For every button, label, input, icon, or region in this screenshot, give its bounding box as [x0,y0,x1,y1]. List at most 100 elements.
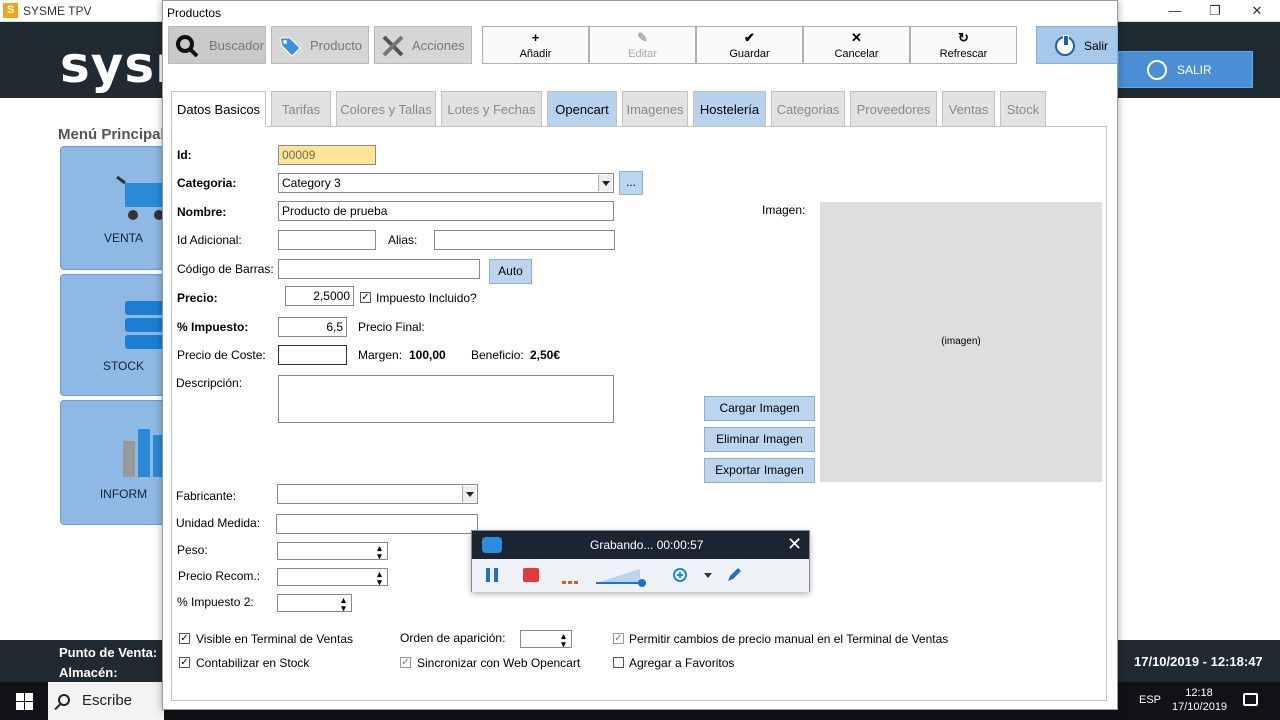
tile-ventas[interactable]: VENTA [60,146,170,270]
orden-aparicion-field[interactable]: ▴ ▾ [520,630,572,648]
tray-clock[interactable]: 12:18 17/10/2019 [1172,686,1228,714]
stop-icon[interactable] [523,568,539,582]
permitir-checkbox[interactable]: ✓ [613,633,624,644]
beneficio-value: 2,50€ [530,348,561,362]
tile-informes[interactable]: INFORM [60,400,170,525]
stepper-icon[interactable]: ▴ ▾ [373,570,386,586]
pause-icon[interactable] [486,568,498,582]
contabilizar-label: Contabilizar en Stock [196,656,310,670]
tray-time: 12:18 [1185,687,1213,699]
impuesto-field[interactable]: 6,5 [278,317,347,337]
recorder-header: Grabando... 00:00:57 ✕ [472,531,809,559]
tab-tarifas[interactable]: Tarifas [271,91,331,127]
taskbar-search-input[interactable]: Escribe aquí [48,682,164,720]
impuesto2-field[interactable]: ▴ ▾ [277,594,352,612]
id-adicional-field[interactable] [278,230,376,250]
stepper-icon[interactable]: ▴ ▾ [557,632,570,648]
background-right-edge [1270,98,1280,638]
id-adicional-label: Id Adicional: [177,233,242,247]
contabilizar-checkbox[interactable]: ✓ [179,657,190,668]
categoria-value: Category 3 [282,176,341,190]
categoria-label: Categoria: [177,176,237,190]
favoritos-checkbox[interactable] [613,657,624,668]
window-title: Productos [167,6,222,20]
impuesto-incluido-checkbox[interactable]: ✓ [360,292,371,303]
cancelar-button[interactable]: ✕ Cancelar [803,26,910,64]
stepper-icon[interactable]: ▴ ▾ [337,596,350,612]
chevron-down-icon[interactable] [704,573,712,579]
pencil-icon: ✎ [637,30,648,45]
tab-acciones-label: Acciones [412,38,465,53]
precio-coste-field[interactable] [278,345,347,365]
tab-producto[interactable]: Producto [271,26,369,64]
editar-label: Editar [628,48,657,60]
taskbar-search-placeholder: Escribe aquí [82,692,133,709]
anadir-button[interactable]: + Añadir [482,26,589,64]
guardar-button[interactable]: ✔ Guardar [696,26,803,64]
margen-label: Margen: [358,348,403,362]
beneficio-label: Beneficio: [471,348,524,362]
tab-buscador[interactable]: Buscador [168,26,266,64]
almacen-label: Almacén: [59,665,118,680]
tile-stock[interactable]: STOCK [60,274,170,396]
magnifier-icon [176,35,199,58]
webcam-add-icon[interactable] [672,567,690,585]
tile-ventas-label: VENTA [103,231,144,245]
id-field[interactable]: 00009 [278,145,376,165]
tab-datos-basicos[interactable]: Datos Basicos [171,91,266,127]
salir-button[interactable]: Salir [1036,26,1118,64]
fabricante-select[interactable] [277,484,478,504]
salir-label: Salir [1084,39,1109,53]
tab-ventas[interactable]: Ventas [942,91,995,127]
tab-hosteleria[interactable]: Hostelería [693,91,766,127]
tray-date: 17/10/2019 [1172,701,1228,713]
nombre-field[interactable]: Producto de prueba [278,201,614,221]
descripcion-textarea[interactable] [278,375,614,423]
cargar-imagen-button[interactable]: Cargar Imagen [704,396,815,421]
chevron-down-icon [462,486,476,502]
refrescar-button[interactable]: ↻ Refrescar [910,26,1017,64]
editar-button[interactable]: ✎ Editar [589,26,696,64]
status-datetime: 17/10/2019 - 12:18:47 [1134,654,1263,669]
background-salir-button[interactable]: SALIR [1118,51,1253,88]
main-menu-title: Menú Principal [58,126,165,143]
tab-categorias[interactable]: Categorias [771,91,845,127]
tools-icon [382,35,404,57]
stepper-icon[interactable]: ▴ ▾ [373,544,386,560]
visible-tpv-checkbox[interactable]: ✓ [179,633,190,644]
close-icon[interactable]: ✕ [787,534,802,555]
categoria-select[interactable]: Category 3 [278,173,614,193]
notification-icon[interactable] [1243,693,1258,706]
eliminar-imagen-button[interactable]: Eliminar Imagen [704,427,815,452]
tab-stock[interactable]: Stock [1000,91,1046,127]
peso-field[interactable]: ▴ ▾ [277,542,388,560]
tag-icon [279,37,301,57]
alias-field[interactable] [434,230,615,250]
precio-recom-field[interactable]: ▴ ▾ [277,568,388,586]
sincronizar-checkbox[interactable]: ✓ [400,657,411,668]
tray-language[interactable]: ESP [1139,694,1161,706]
tab-lotes-fechas[interactable]: Lotes y Fechas [441,91,542,127]
close-icon[interactable]: ✕ [1234,0,1280,22]
unidad-medida-field[interactable] [276,514,478,534]
exportar-imagen-button[interactable]: Exportar Imagen [704,458,815,483]
descripcion-label: Descripción: [176,376,243,390]
auto-button[interactable]: Auto [489,259,532,284]
tab-proveedores[interactable]: Proveedores [850,91,937,127]
anadir-label: Añadir [519,48,552,60]
pen-icon[interactable] [726,567,742,583]
app-title: SYSME TPV [23,4,92,18]
tab-opencart[interactable]: Opencart [547,91,617,127]
codigo-barras-field[interactable] [278,259,480,279]
volume-slider-icon[interactable] [596,565,648,587]
imagen-label: Imagen: [762,203,806,217]
power-icon [1055,35,1075,56]
impuesto-label: % Impuesto: [177,320,249,334]
tab-imagenes[interactable]: Imagenes [622,91,688,127]
windows-start-icon[interactable] [0,682,48,720]
tab-colores-tallas[interactable]: Colores y Tallas [336,91,436,127]
restore-icon[interactable]: ❐ [1192,0,1238,22]
precio-field[interactable]: 2,5000 [285,286,354,306]
tab-acciones[interactable]: Acciones [374,26,472,64]
categoria-more-button[interactable]: ... [619,171,643,195]
